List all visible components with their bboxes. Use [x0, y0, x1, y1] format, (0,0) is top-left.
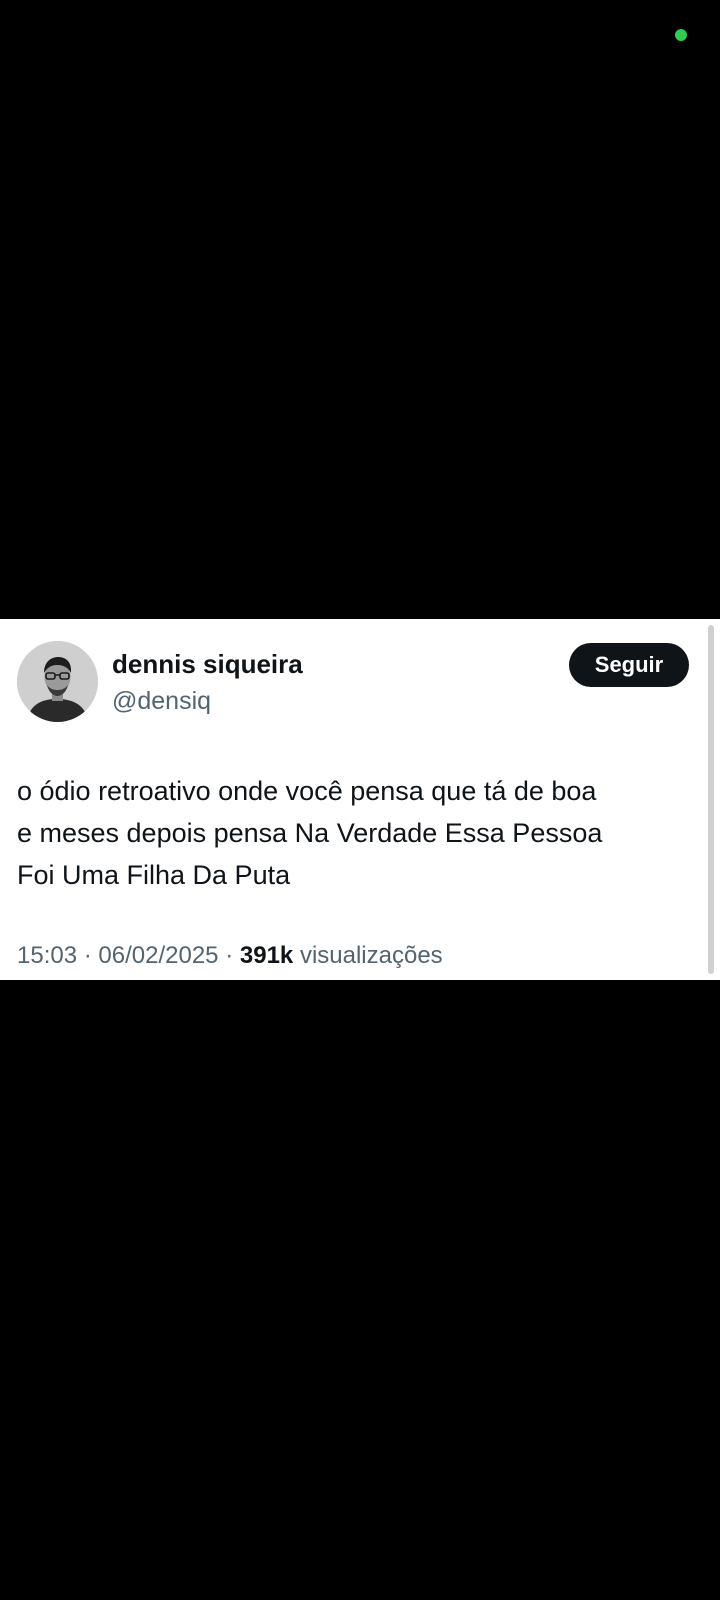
- tweet-text-line: o ódio retroativo onde você pensa que tá…: [17, 776, 597, 806]
- tweet-time[interactable]: 15:03: [17, 942, 77, 969]
- views-count[interactable]: 391k: [240, 942, 293, 969]
- tweet-date[interactable]: 06/02/2025: [98, 942, 218, 969]
- tweet-text-line: e meses depois pensa Na Verdade Essa Pes…: [17, 818, 603, 848]
- avatar[interactable]: [17, 641, 98, 722]
- author-display-name[interactable]: dennis siqueira: [112, 648, 303, 680]
- privacy-indicator-dot: [675, 29, 687, 41]
- meta-separator: ·: [225, 942, 234, 969]
- profile-photo-icon: [17, 641, 98, 722]
- tweet-card: dennis siqueira @densiq Seguir o ódio re…: [0, 619, 720, 980]
- meta-separator: ·: [83, 942, 92, 969]
- screen: dennis siqueira @densiq Seguir o ódio re…: [0, 0, 720, 1600]
- author-handle[interactable]: @densiq: [112, 686, 211, 716]
- scrollbar[interactable]: [708, 625, 714, 974]
- follow-button[interactable]: Seguir: [569, 643, 689, 687]
- views-label: visualizações: [299, 942, 443, 969]
- tweet-text: o ódio retroativo onde você pensa que tá…: [17, 770, 697, 896]
- tweet-text-line: Foi Uma Filha Da Puta: [17, 860, 291, 890]
- tweet-meta: 15:03 · 06/02/2025 · 391k visualizações: [17, 941, 443, 971]
